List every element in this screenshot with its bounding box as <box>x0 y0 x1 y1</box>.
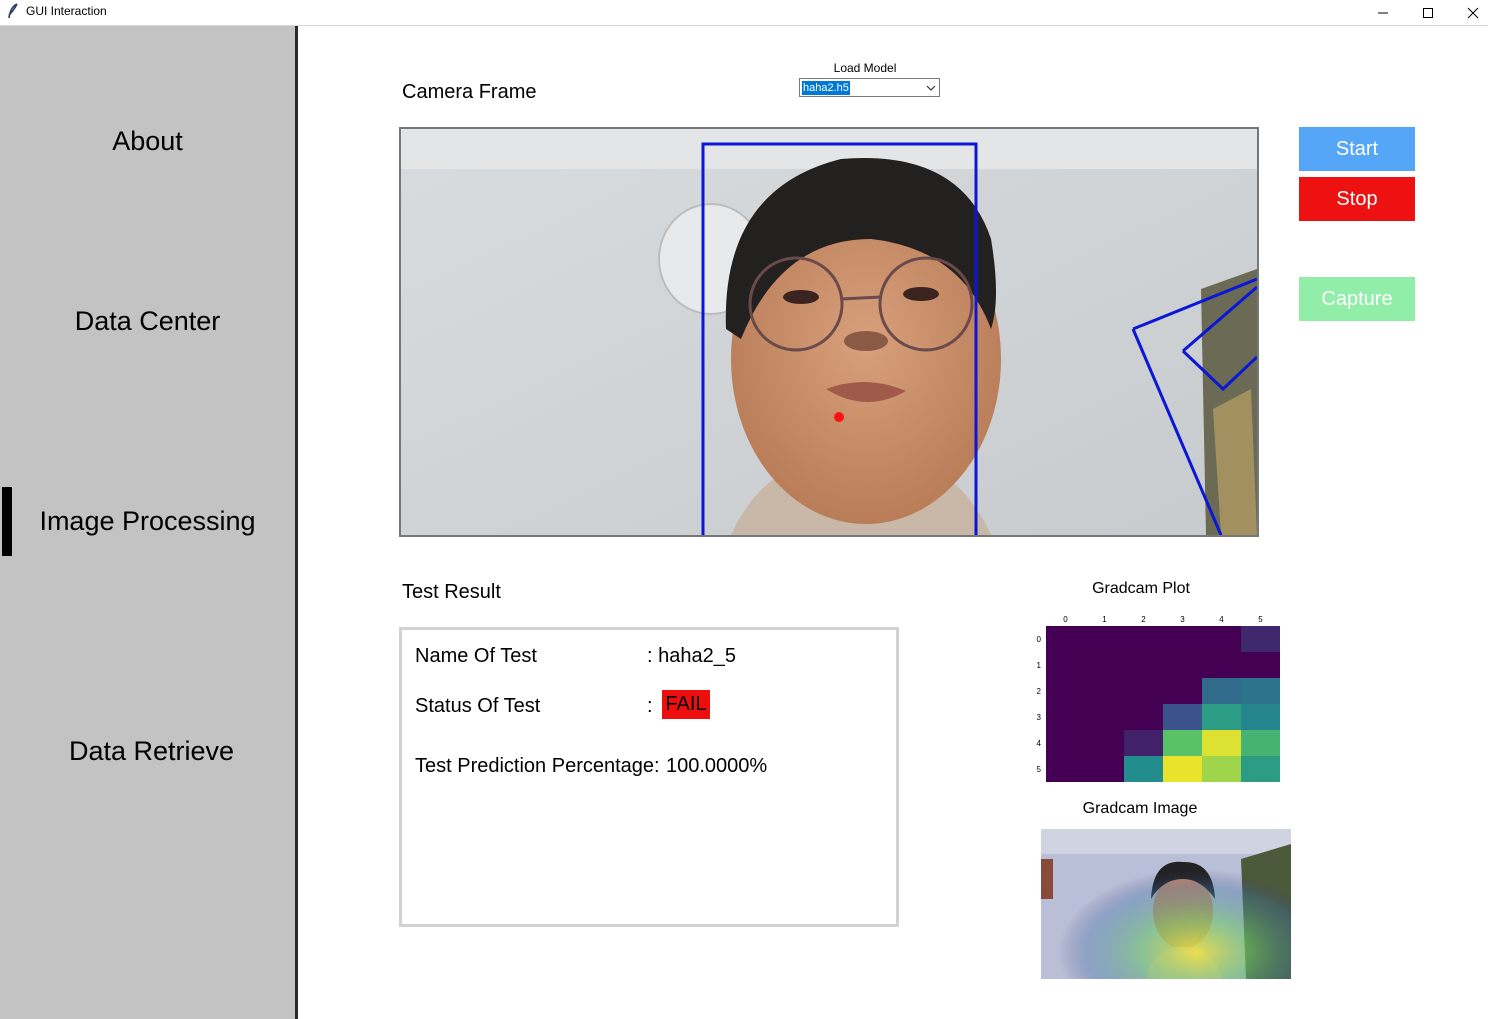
y-tick-label: 4 <box>1037 739 1042 748</box>
sidebar-item-about[interactable]: About <box>0 126 295 157</box>
heatmap-cell <box>1202 730 1241 756</box>
heatmap-cell <box>1241 756 1280 782</box>
window-title: GUI Interaction <box>26 4 107 18</box>
heatmap-cell <box>1085 678 1124 704</box>
heatmap-cell <box>1202 756 1241 782</box>
maximize-icon <box>1423 7 1433 18</box>
y-tick-label: 5 <box>1037 765 1042 774</box>
heatmap-cell <box>1085 652 1124 678</box>
minimize-button[interactable] <box>1360 0 1406 25</box>
y-tick-label: 0 <box>1037 635 1042 644</box>
heatmap-cell <box>1124 756 1163 782</box>
load-model-label: Load Model <box>833 61 897 75</box>
sidebar: About Data Center Image Processing Data … <box>0 26 298 1019</box>
start-button[interactable]: Start <box>1299 127 1415 171</box>
heatmap-cell <box>1046 626 1085 652</box>
heatmap-cell <box>1202 626 1241 652</box>
heatmap-cell <box>1163 626 1202 652</box>
gradcam-plot-title: Gradcam Plot <box>1092 580 1190 597</box>
heatmap-cell <box>1124 626 1163 652</box>
heatmap-cell <box>1241 704 1280 730</box>
heatmap-cell <box>1163 678 1202 704</box>
test-result-title: Test Result <box>402 581 501 603</box>
heatmap-cell <box>1085 730 1124 756</box>
heatmap-cell <box>1046 652 1085 678</box>
chevron-down-icon <box>926 85 936 91</box>
heatmap-cell <box>1241 678 1280 704</box>
maximize-button[interactable] <box>1405 0 1451 25</box>
heatmap-cell <box>1241 652 1280 678</box>
camera-frame-title: Camera Frame <box>402 81 537 103</box>
gradcam-image <box>1041 829 1291 979</box>
heatmap-cell <box>1124 704 1163 730</box>
heatmap-cell <box>1163 652 1202 678</box>
status-badge: FAIL <box>662 690 710 719</box>
y-tick-label: 3 <box>1037 713 1042 722</box>
model-select[interactable]: haha2.h5 <box>799 78 940 97</box>
heatmap-cell <box>1085 704 1124 730</box>
minimize-icon <box>1378 12 1388 13</box>
prediction-value: 100.0000% <box>666 755 768 777</box>
heatmap-cell <box>1124 652 1163 678</box>
test-name-label: Name Of Test <box>415 645 537 667</box>
sidebar-item-image-processing[interactable]: Image Processing <box>0 506 295 537</box>
test-status-separator: : <box>647 695 653 717</box>
heatmap-cell <box>1046 704 1085 730</box>
x-tick-label: 3 <box>1180 615 1185 624</box>
gradcam-image-title: Gradcam Image <box>1082 800 1198 817</box>
title-bar: GUI Interaction <box>0 0 1488 26</box>
x-tick-label: 1 <box>1102 615 1107 624</box>
x-tick-label: 5 <box>1258 615 1263 624</box>
heatmap-cell <box>1046 756 1085 782</box>
prediction-label: Test Prediction Percentage: <box>415 755 660 777</box>
x-tick-label: 0 <box>1063 615 1068 624</box>
capture-button[interactable]: Capture <box>1299 277 1415 321</box>
close-button[interactable] <box>1450 0 1488 25</box>
y-tick-label: 1 <box>1037 661 1042 670</box>
heatmap-cell <box>1241 626 1280 652</box>
camera-view <box>399 127 1259 537</box>
heatmap-cell <box>1202 678 1241 704</box>
feather-icon <box>8 3 18 19</box>
heatmap-cell <box>1046 730 1085 756</box>
stop-button[interactable]: Stop <box>1299 177 1415 221</box>
gradcam-heatmap: 0 1 2 3 4 5 0 1 2 3 4 5 <box>1037 615 1280 782</box>
test-status-label: Status Of Test <box>415 695 541 717</box>
sidebar-item-data-center[interactable]: Data Center <box>0 306 295 337</box>
y-tick-label: 2 <box>1037 687 1042 696</box>
heatmap-cell <box>1163 730 1202 756</box>
test-name-value: : haha2_5 <box>647 645 736 667</box>
heatmap-cell <box>1124 678 1163 704</box>
heatmap-cell <box>1202 652 1241 678</box>
model-select-value: haha2.h5 <box>802 81 850 95</box>
heatmap-cell <box>1085 756 1124 782</box>
sidebar-item-data-retrieve[interactable]: Data Retrieve <box>4 736 299 767</box>
x-tick-label: 2 <box>1141 615 1146 624</box>
gradcam-overlay-picture <box>1041 829 1291 979</box>
heatmap-cell <box>1202 704 1241 730</box>
heatmap-cell <box>1163 756 1202 782</box>
heatmap-cell <box>1085 626 1124 652</box>
heatmap-cell <box>1124 730 1163 756</box>
x-tick-label: 4 <box>1219 615 1224 624</box>
heatmap-cell <box>1163 704 1202 730</box>
camera-image <box>401 129 1257 535</box>
close-icon <box>1467 7 1479 18</box>
heatmap-cell <box>1241 730 1280 756</box>
heatmap-cell <box>1046 678 1085 704</box>
